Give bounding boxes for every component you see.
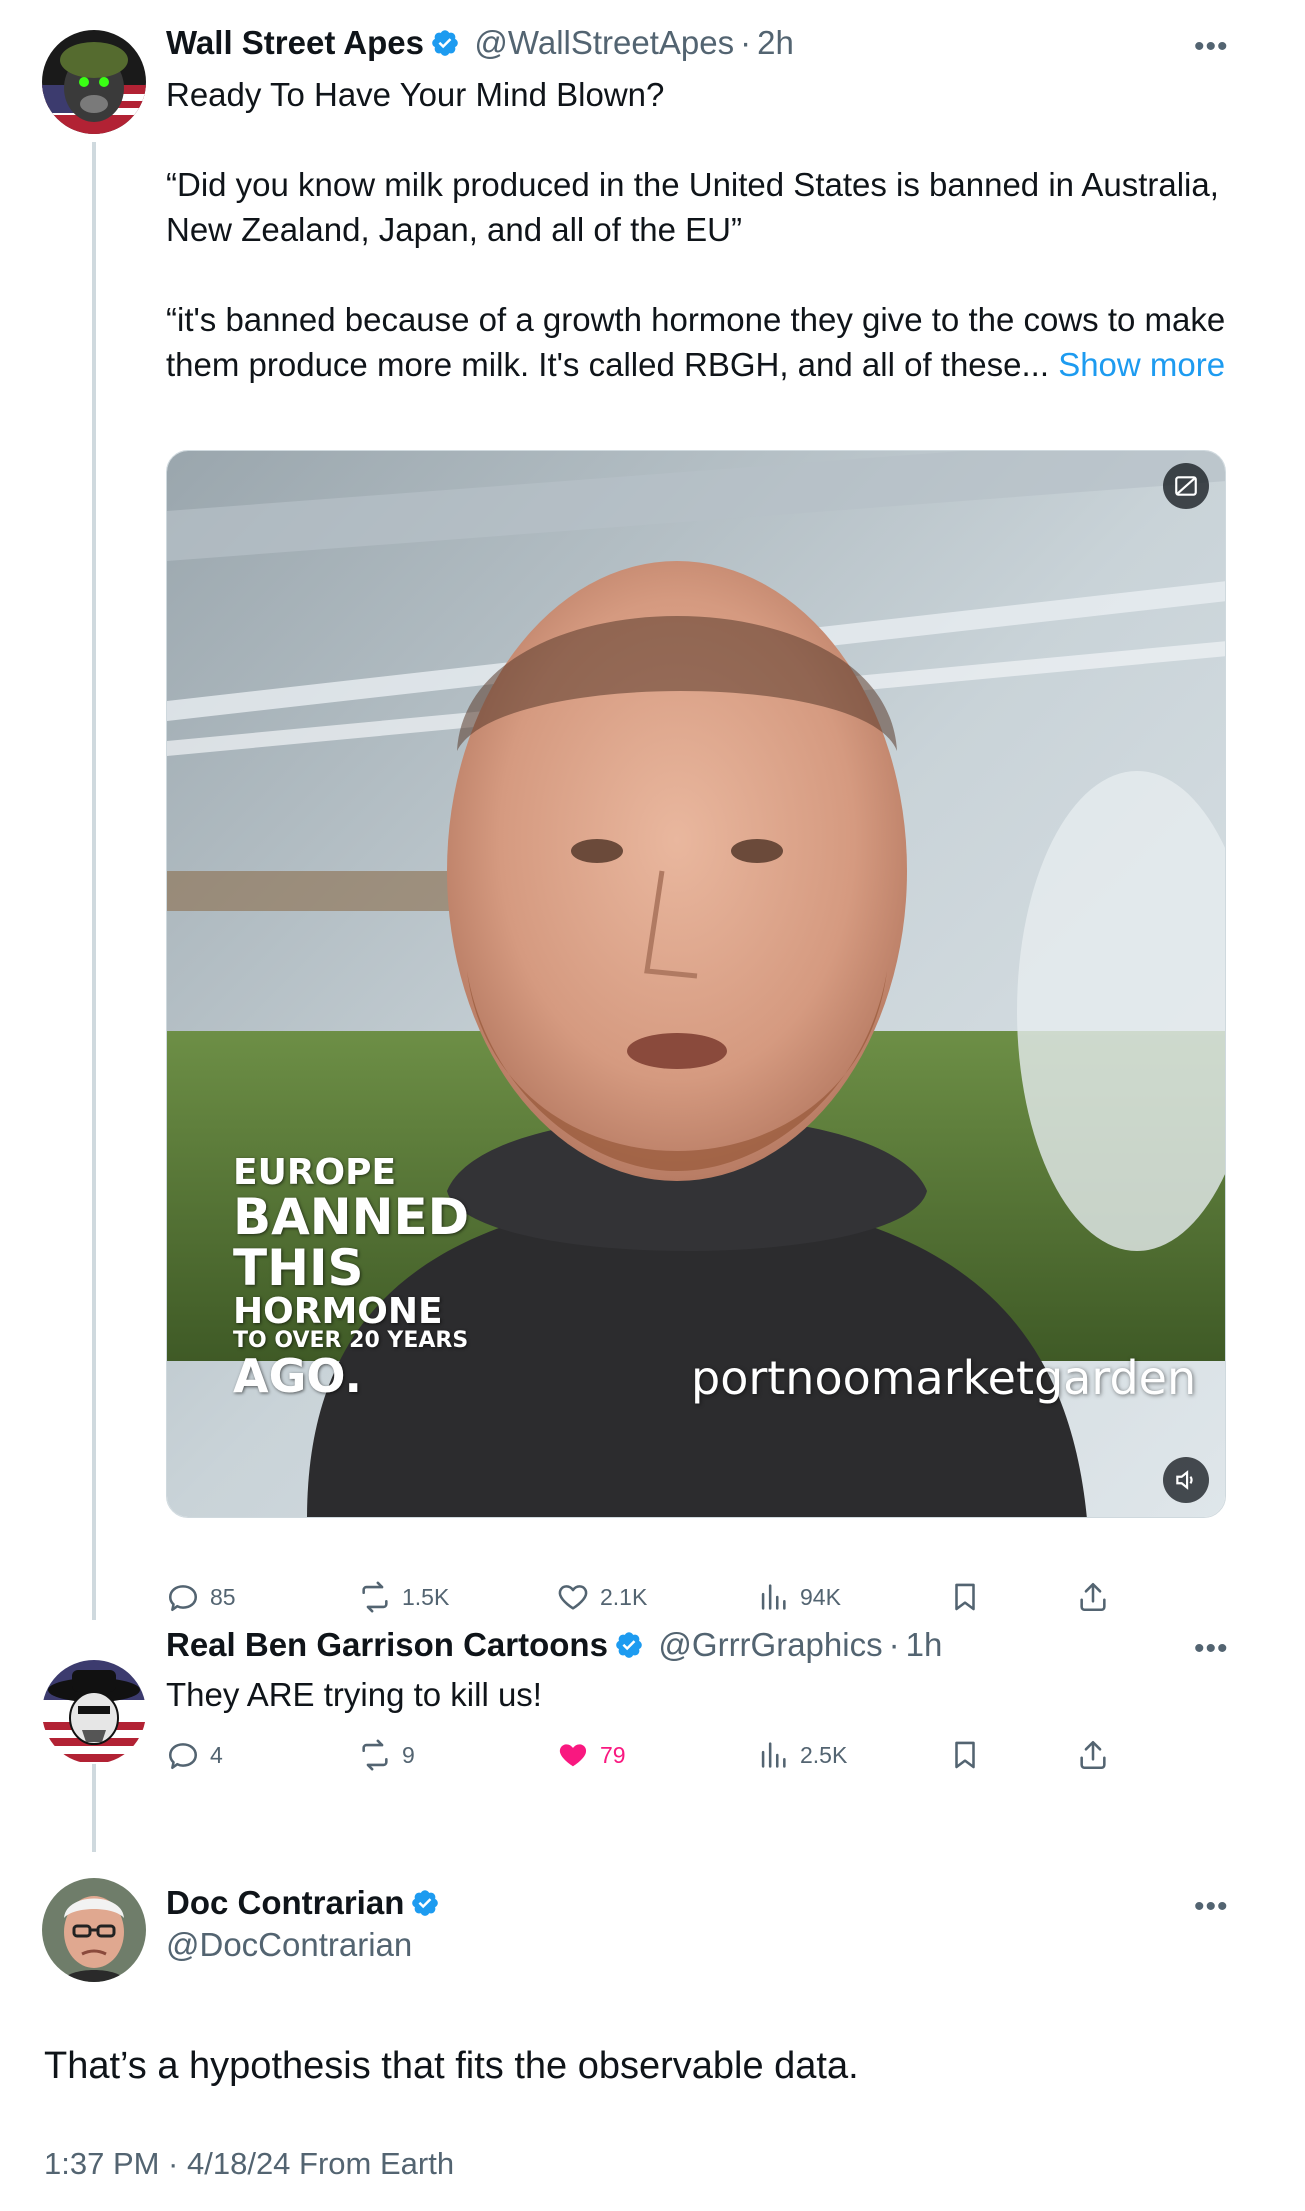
separator: · bbox=[888, 1626, 900, 1663]
like-button[interactable]: 79 bbox=[556, 1738, 626, 1772]
verified-badge-icon bbox=[432, 30, 458, 56]
like-count: 79 bbox=[600, 1741, 626, 1768]
repost-icon bbox=[362, 1739, 388, 1771]
tweet-timestamp[interactable]: 1:37 PM · 4/18/24 From Earth bbox=[44, 2146, 454, 2182]
caption-line: AGO. bbox=[233, 1348, 362, 1403]
tweet-actions: 85 1.5K 2.1K 94K bbox=[166, 1580, 1226, 1620]
tweet-actions: 4 9 79 2.5K bbox=[166, 1738, 1226, 1778]
tweet-text-paragraph: “it's banned because of a growth hormone… bbox=[166, 297, 1236, 387]
share-button[interactable] bbox=[1076, 1580, 1110, 1614]
verified-badge-icon bbox=[412, 1890, 439, 1916]
video-overlay-caption: EUROPE BANNED THIS HORMONE TO OVER 20 YE… bbox=[233, 1152, 470, 1403]
tweet-header: Real Ben Garrison Cartoons @GrrrGraphics… bbox=[166, 1626, 942, 1664]
bookmark-button[interactable] bbox=[948, 1738, 982, 1772]
views-button[interactable]: 2.5K bbox=[756, 1738, 847, 1772]
repost-count: 1.5K bbox=[402, 1583, 450, 1610]
user-handle[interactable]: @DocContrarian bbox=[166, 1926, 412, 1964]
reply-button[interactable]: 4 bbox=[166, 1738, 223, 1772]
tweet-text: They ARE trying to kill us! bbox=[166, 1676, 542, 1713]
views-button[interactable]: 94K bbox=[756, 1580, 841, 1614]
caption-line: BANNED bbox=[233, 1187, 470, 1246]
tweet-text-paragraph: “Did you know milk produced in the Unite… bbox=[166, 166, 1219, 248]
more-dots-icon[interactable]: ••• bbox=[1194, 1890, 1229, 1924]
video-watermark: portnoomarketgarden bbox=[691, 1351, 1197, 1405]
more-dots-icon[interactable]: ••• bbox=[1194, 1632, 1229, 1666]
views-count: 94K bbox=[800, 1583, 841, 1610]
caption-line: HORMONE bbox=[233, 1290, 443, 1332]
thread-line bbox=[92, 142, 96, 1620]
show-more-link[interactable]: Show more bbox=[1058, 346, 1225, 383]
repost-button[interactable]: 9 bbox=[358, 1738, 415, 1772]
reply-button[interactable]: 85 bbox=[166, 1580, 236, 1614]
share-button[interactable] bbox=[1076, 1738, 1110, 1772]
thread-line bbox=[92, 1762, 96, 1852]
content-warning-icon[interactable] bbox=[1163, 463, 1209, 509]
views-count: 2.5K bbox=[800, 1741, 848, 1768]
more-dots-icon[interactable]: ••• bbox=[1194, 30, 1229, 64]
video-player[interactable]: EUROPE BANNED THIS HORMONE TO OVER 20 YE… bbox=[166, 450, 1226, 1518]
reply-count: 85 bbox=[210, 1583, 236, 1610]
tweet-time[interactable]: 1h bbox=[906, 1626, 943, 1663]
repost-count: 9 bbox=[402, 1741, 415, 1768]
tweet-time[interactable]: 2h bbox=[757, 24, 794, 61]
reply-count: 4 bbox=[210, 1741, 223, 1768]
share-icon bbox=[1080, 1582, 1106, 1612]
reply-icon bbox=[168, 1743, 198, 1770]
caption-line: THIS bbox=[233, 1238, 364, 1297]
display-name[interactable]: Wall Street Apes bbox=[166, 24, 424, 61]
separator: · bbox=[740, 24, 752, 61]
user-handle[interactable]: @GrrrGraphics bbox=[658, 1626, 882, 1663]
tweet-header: Doc Contrarian bbox=[166, 1884, 440, 1922]
bookmark-button[interactable] bbox=[948, 1580, 982, 1614]
tweet-text: Ready To Have Your Mind Blown? “Did you … bbox=[166, 72, 1236, 387]
verified-badge-icon bbox=[616, 1632, 642, 1658]
views-icon bbox=[761, 1584, 786, 1610]
tweet-text: That’s a hypothesis that fits the observ… bbox=[44, 2045, 859, 2087]
repost-button[interactable]: 1.5K bbox=[358, 1580, 449, 1614]
display-name[interactable]: Real Ben Garrison Cartoons bbox=[166, 1626, 608, 1663]
share-icon bbox=[1080, 1740, 1106, 1770]
like-count: 2.1K bbox=[600, 1583, 648, 1610]
views-icon bbox=[761, 1742, 786, 1768]
user-handle[interactable]: @WallStreetApes bbox=[474, 24, 734, 61]
tweet-text-line: Ready To Have Your Mind Blown? bbox=[166, 76, 665, 113]
volume-icon[interactable] bbox=[1163, 1457, 1209, 1503]
avatar[interactable] bbox=[42, 1878, 146, 1982]
reply-icon bbox=[168, 1585, 198, 1612]
display-name[interactable]: Doc Contrarian bbox=[166, 1884, 404, 1921]
heart-filled-icon bbox=[559, 1744, 587, 1767]
avatar[interactable] bbox=[42, 30, 146, 134]
like-button[interactable]: 2.1K bbox=[556, 1580, 647, 1614]
avatar[interactable] bbox=[42, 1660, 146, 1764]
heart-icon bbox=[558, 1585, 588, 1610]
caption-line: EUROPE bbox=[233, 1152, 397, 1193]
bookmark-icon bbox=[955, 1583, 975, 1611]
repost-icon bbox=[362, 1581, 388, 1613]
tweet-header: Wall Street Apes @WallStreetApes · 2h bbox=[166, 24, 794, 62]
bookmark-icon bbox=[955, 1741, 975, 1769]
